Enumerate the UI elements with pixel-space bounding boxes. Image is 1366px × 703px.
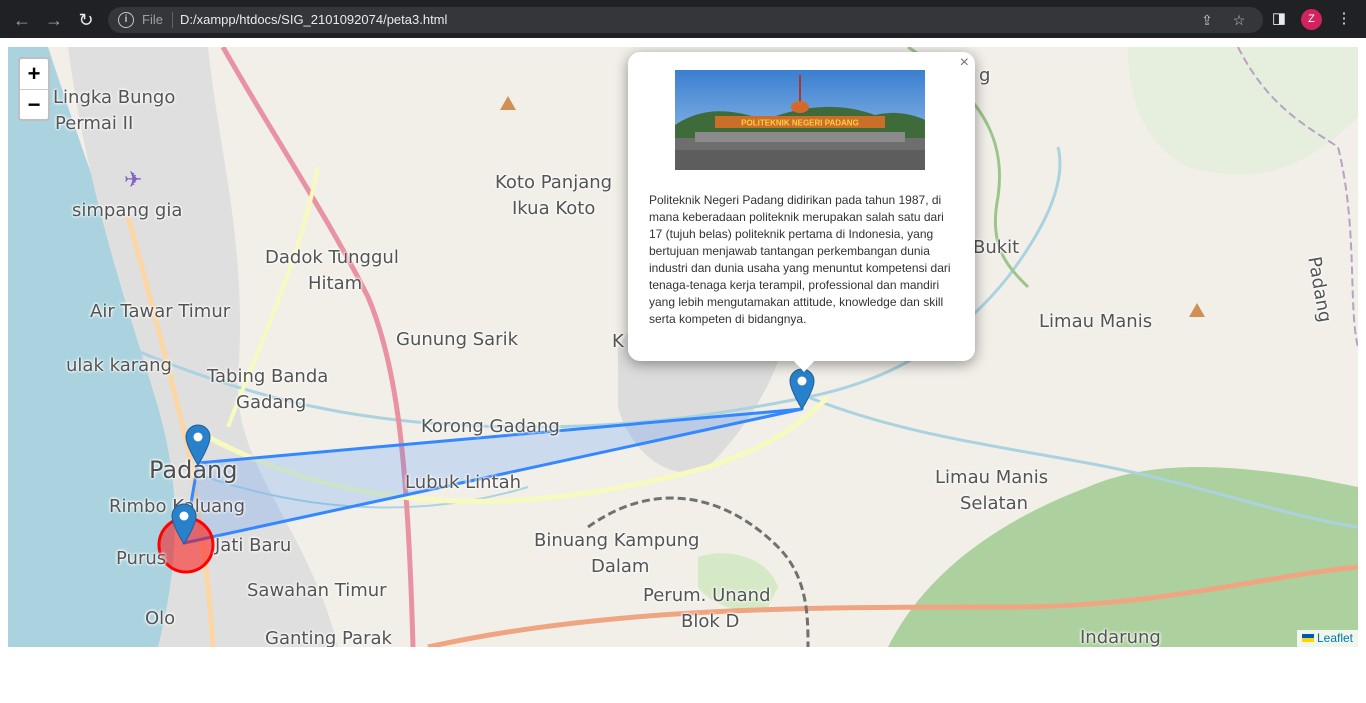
place-label: ulak karang xyxy=(66,355,172,376)
peak-marker xyxy=(500,96,516,110)
back-arrow-icon[interactable]: ← xyxy=(10,8,34,32)
place-label: Olo xyxy=(145,608,176,629)
ukraine-flag-icon xyxy=(1301,634,1314,642)
zoom-in-button[interactable]: + xyxy=(20,59,48,89)
photo-sign-text: POLITEKNIK NEGERI PADANG xyxy=(741,119,859,128)
place-label: Sawahan Timur xyxy=(247,580,387,601)
file-label: File xyxy=(142,12,163,27)
place-label: Jati Baru xyxy=(215,535,292,556)
place-label: Ikua Koto xyxy=(512,198,596,219)
info-icon[interactable]: i xyxy=(118,12,134,28)
airport-icon: ✈ xyxy=(124,168,142,193)
place-label: Limau Manis xyxy=(1039,311,1153,332)
url-text[interactable]: D:/xampp/htdocs/SIG_2101092074/peta3.htm… xyxy=(180,12,447,27)
peak-marker xyxy=(1189,303,1205,317)
place-label: Selatan xyxy=(960,493,1029,514)
marker-popup: × POLITEKNIK NEGERI PADANG Politeknik Ne… xyxy=(628,52,975,361)
place-label: Blok D xyxy=(681,611,740,632)
zoom-out-button[interactable]: − xyxy=(20,89,48,119)
campus-photo: POLITEKNIK NEGERI PADANG xyxy=(675,70,925,170)
bookmark-star-icon[interactable]: ☆ xyxy=(1230,11,1248,29)
place-label: Ganting Parak xyxy=(265,628,392,647)
zoom-control: + − xyxy=(18,57,50,121)
address-bar[interactable]: i File D:/xampp/htdocs/SIG_2101092074/pe… xyxy=(108,7,1263,33)
side-panel-icon[interactable]: ◨ xyxy=(1269,9,1289,29)
leaflet-map[interactable]: ✈ Lingka Bungo Permai II simpang gia Kot… xyxy=(8,47,1358,647)
place-label: Permai II xyxy=(55,113,134,134)
rural-area xyxy=(1128,47,1358,175)
place-label: Dadok Tunggul xyxy=(265,247,399,268)
place-label: simpang gia xyxy=(72,200,183,221)
place-label: K xyxy=(612,331,624,352)
browser-toolbar: ← → ↻ i File D:/xampp/htdocs/SIG_2101092… xyxy=(0,0,1366,38)
reload-icon[interactable]: ↻ xyxy=(74,8,98,32)
place-label: Korong Gadang xyxy=(421,416,560,437)
road-secondary xyxy=(226,166,320,428)
popup-close-button[interactable]: × xyxy=(960,54,969,72)
map-marker-pin[interactable] xyxy=(171,503,197,545)
map-marker-pin[interactable] xyxy=(185,424,211,466)
place-label: Purus xyxy=(116,548,167,569)
menu-kebab-icon[interactable]: ⋮ xyxy=(1334,9,1354,29)
address-separator xyxy=(172,12,173,28)
map-marker-pin[interactable] xyxy=(789,368,815,410)
attribution: Leaflet xyxy=(1296,630,1358,647)
place-label: g xyxy=(979,65,991,86)
place-label: Air Tawar Timur xyxy=(90,301,231,322)
popup-tip xyxy=(792,359,816,372)
place-label: Koto Panjang xyxy=(495,172,613,193)
place-label: Indarung xyxy=(1080,627,1161,647)
place-label: Lingka Bungo xyxy=(53,87,176,108)
avatar[interactable]: Z xyxy=(1301,9,1322,30)
place-label: Perum. Unand xyxy=(643,585,771,606)
place-label: Lubuk Lintah xyxy=(405,472,522,493)
place-label: Dalam xyxy=(591,556,650,577)
place-label: Hitam xyxy=(308,273,363,294)
place-label: Binuang Kampung xyxy=(534,530,700,551)
place-label: Bukit xyxy=(973,237,1020,258)
leaflet-link[interactable]: Leaflet xyxy=(1317,631,1353,645)
forward-arrow-icon[interactable]: → xyxy=(42,8,66,32)
share-icon[interactable]: ⇪ xyxy=(1198,11,1216,29)
forest-area xyxy=(888,467,1358,647)
popup-description: Politeknik Negeri Padang didirikan pada … xyxy=(649,193,951,326)
place-label: Limau Manis xyxy=(935,467,1049,488)
place-label: Gunung Sarik xyxy=(396,329,519,350)
place-label: Gadang xyxy=(236,392,307,413)
place-label: Tabing Banda xyxy=(207,366,329,387)
